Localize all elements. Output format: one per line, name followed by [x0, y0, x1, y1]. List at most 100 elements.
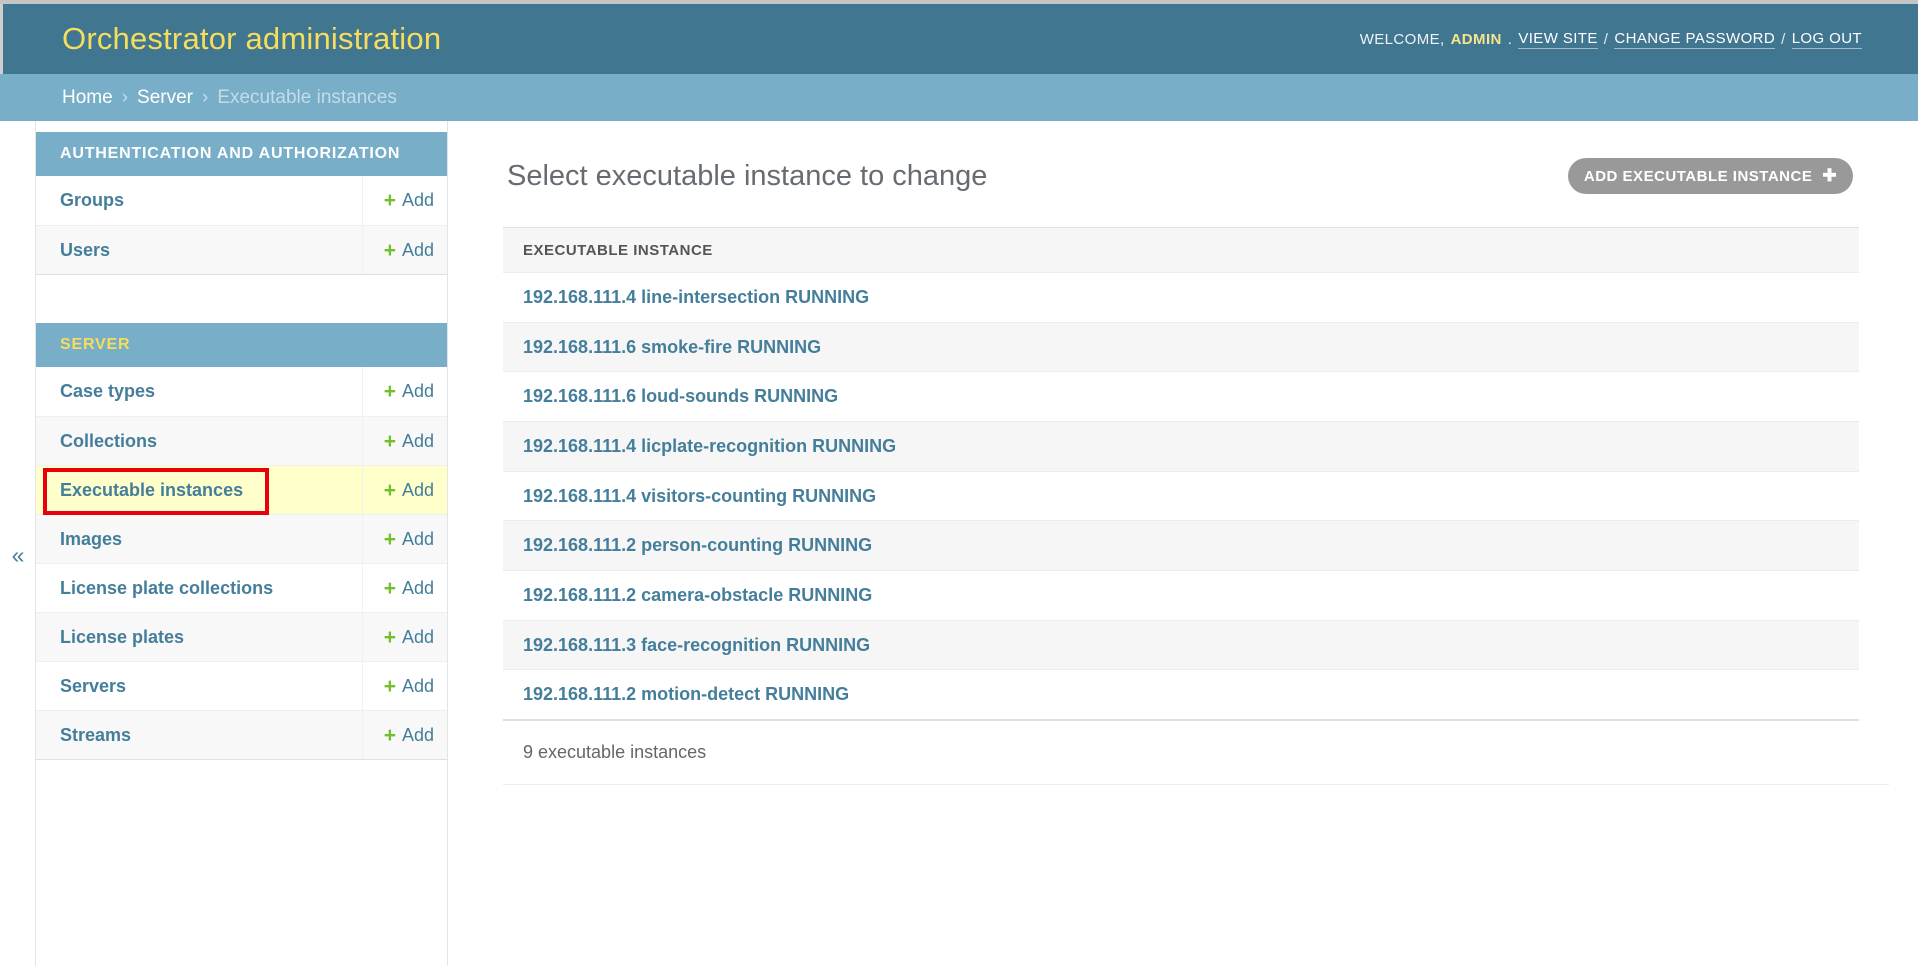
sidebar-model-row: License plate collections + Add: [36, 563, 447, 612]
add-button-label: ADD EXECUTABLE INSTANCE: [1584, 168, 1812, 185]
executable-instance-link[interactable]: 192.168.111.4 licplate-recognition RUNNI…: [523, 436, 896, 457]
sidebar-model-link[interactable]: Case types: [36, 381, 155, 402]
executable-instance-link[interactable]: 192.168.111.2 motion-detect RUNNING: [523, 684, 849, 705]
sidebar-model-row: Groups + Add: [36, 176, 447, 225]
add-label: Add: [402, 240, 434, 261]
table-row: 192.168.111.3 face-recognition RUNNING: [503, 620, 1859, 670]
change-password-link[interactable]: CHANGE PASSWORD: [1614, 30, 1775, 49]
table-column-header[interactable]: EXECUTABLE INSTANCE: [503, 227, 1859, 273]
breadcrumb-home[interactable]: Home: [62, 87, 113, 109]
sidebar-model-row: Case types + Add: [36, 367, 447, 416]
executable-instance-link[interactable]: 192.168.111.4 line-intersection RUNNING: [523, 287, 869, 308]
breadcrumb-separator: ›: [202, 87, 208, 109]
sidebar-add-link[interactable]: + Add: [362, 417, 447, 465]
table-row: 192.168.111.4 visitors-counting RUNNING: [503, 471, 1859, 521]
executable-instance-link[interactable]: 192.168.111.6 smoke-fire RUNNING: [523, 337, 821, 358]
sidebar-add-link[interactable]: + Add: [362, 367, 447, 416]
sidebar-auth-rows: Groups + Add Users + Add: [36, 176, 447, 274]
sidebar-add-link[interactable]: + Add: [362, 226, 447, 274]
sidebar-model-link[interactable]: Executable instances: [36, 480, 243, 501]
add-label: Add: [402, 190, 434, 211]
add-icon: +: [384, 190, 396, 211]
result-count: 9 executable instances: [523, 742, 706, 763]
sidebar-add-link[interactable]: + Add: [362, 466, 447, 514]
add-label: Add: [402, 578, 434, 599]
add-icon: +: [384, 627, 396, 648]
add-icon: +: [384, 529, 396, 550]
sidebar: AUTHENTICATION AND AUTHORIZATION Groups …: [35, 121, 448, 966]
sidebar-model-link[interactable]: Collections: [36, 431, 157, 452]
breadcrumb: Home › Server › Executable instances: [0, 74, 1918, 121]
sidebar-add-link[interactable]: + Add: [362, 515, 447, 563]
sidebar-add-link[interactable]: + Add: [362, 564, 447, 612]
add-icon: +: [384, 431, 396, 452]
executable-instance-link[interactable]: 192.168.111.6 loud-sounds RUNNING: [523, 386, 838, 407]
sidebar-model-row: Streams + Add: [36, 710, 447, 759]
add-executable-instance-button[interactable]: ADD EXECUTABLE INSTANCE ✚: [1568, 158, 1853, 194]
sidebar-model-row: Servers + Add: [36, 661, 447, 710]
sidebar-model-link[interactable]: Users: [36, 240, 110, 261]
table-row: 192.168.111.2 motion-detect RUNNING: [503, 669, 1859, 719]
table-row: 192.168.111.2 camera-obstacle RUNNING: [503, 570, 1859, 620]
executable-instance-link[interactable]: 192.168.111.4 visitors-counting RUNNING: [523, 486, 876, 507]
sidebar-model-row: License plates + Add: [36, 612, 447, 661]
table-row: 192.168.111.6 smoke-fire RUNNING: [503, 322, 1859, 372]
table-row: 192.168.111.6 loud-sounds RUNNING: [503, 371, 1859, 421]
site-title[interactable]: Orchestrator administration: [62, 21, 441, 57]
add-icon: +: [384, 381, 396, 402]
user-tools: WELCOME, ADMIN. VIEW SITE / CHANGE PASSW…: [1360, 4, 1862, 74]
breadcrumb-server[interactable]: Server: [137, 87, 193, 109]
results-table: 192.168.111.4 line-intersection RUNNING …: [503, 273, 1859, 719]
sidebar-model-link[interactable]: License plates: [36, 627, 184, 648]
sidebar-module-auth: AUTHENTICATION AND AUTHORIZATION Groups …: [36, 132, 447, 275]
add-label: Add: [402, 676, 434, 697]
sidebar-model-link[interactable]: Groups: [36, 190, 124, 211]
sidebar-section-server-title[interactable]: SERVER: [36, 323, 447, 367]
paginator: 9 executable instances: [503, 721, 1889, 785]
sidebar-model-row: Executable instances + Add: [36, 465, 447, 514]
welcome-period: .: [1508, 31, 1513, 48]
sidebar-server-rows: Case types + Add Collections + Add: [36, 367, 447, 759]
sidebar-section-auth-title[interactable]: AUTHENTICATION AND AUTHORIZATION: [36, 132, 447, 176]
sidebar-add-link[interactable]: + Add: [362, 662, 447, 710]
sidebar-add-link[interactable]: + Add: [362, 613, 447, 661]
sidebar-collapse-icon[interactable]: «: [5, 542, 31, 569]
sidebar-add-link[interactable]: + Add: [362, 711, 447, 759]
sidebar-model-row: Collections + Add: [36, 416, 447, 465]
add-icon: +: [384, 725, 396, 746]
add-icon: +: [384, 240, 396, 261]
add-label: Add: [402, 381, 434, 402]
sidebar-model-row: Images + Add: [36, 514, 447, 563]
admin-page: Orchestrator administration WELCOME, ADM…: [0, 0, 1918, 968]
sidebar-model-link[interactable]: Servers: [36, 676, 126, 697]
executable-instance-link[interactable]: 192.168.111.2 camera-obstacle RUNNING: [523, 585, 872, 606]
sidebar-module-server: SERVER Case types + Add Collections: [36, 323, 447, 760]
plus-icon: ✚: [1822, 166, 1837, 186]
user-tools-separator: /: [1781, 31, 1786, 48]
username: ADMIN: [1451, 31, 1502, 48]
view-site-link[interactable]: VIEW SITE: [1518, 30, 1597, 49]
sidebar-add-link[interactable]: + Add: [362, 176, 447, 225]
breadcrumb-current: Executable instances: [217, 87, 397, 109]
page-title: Select executable instance to change: [507, 160, 987, 193]
add-icon: +: [384, 578, 396, 599]
sidebar-model-link[interactable]: Streams: [36, 725, 131, 746]
header: Orchestrator administration WELCOME, ADM…: [3, 4, 1918, 74]
add-label: Add: [402, 431, 434, 452]
add-label: Add: [402, 725, 434, 746]
table-row: 192.168.111.2 person-counting RUNNING: [503, 520, 1859, 570]
log-out-link[interactable]: LOG OUT: [1792, 30, 1862, 49]
executable-instance-link[interactable]: 192.168.111.3 face-recognition RUNNING: [523, 635, 870, 656]
add-icon: +: [384, 480, 396, 501]
sidebar-model-link[interactable]: Images: [36, 529, 122, 550]
add-label: Add: [402, 627, 434, 648]
add-label: Add: [402, 480, 434, 501]
sidebar-model-row: Users + Add: [36, 225, 447, 274]
welcome-text: WELCOME,: [1360, 31, 1445, 48]
sidebar-model-link[interactable]: License plate collections: [36, 578, 273, 599]
add-label: Add: [402, 529, 434, 550]
executable-instance-link[interactable]: 192.168.111.2 person-counting RUNNING: [523, 535, 872, 556]
table-row: 192.168.111.4 licplate-recognition RUNNI…: [503, 421, 1859, 471]
add-icon: +: [384, 676, 396, 697]
table-row: 192.168.111.4 line-intersection RUNNING: [503, 273, 1859, 322]
